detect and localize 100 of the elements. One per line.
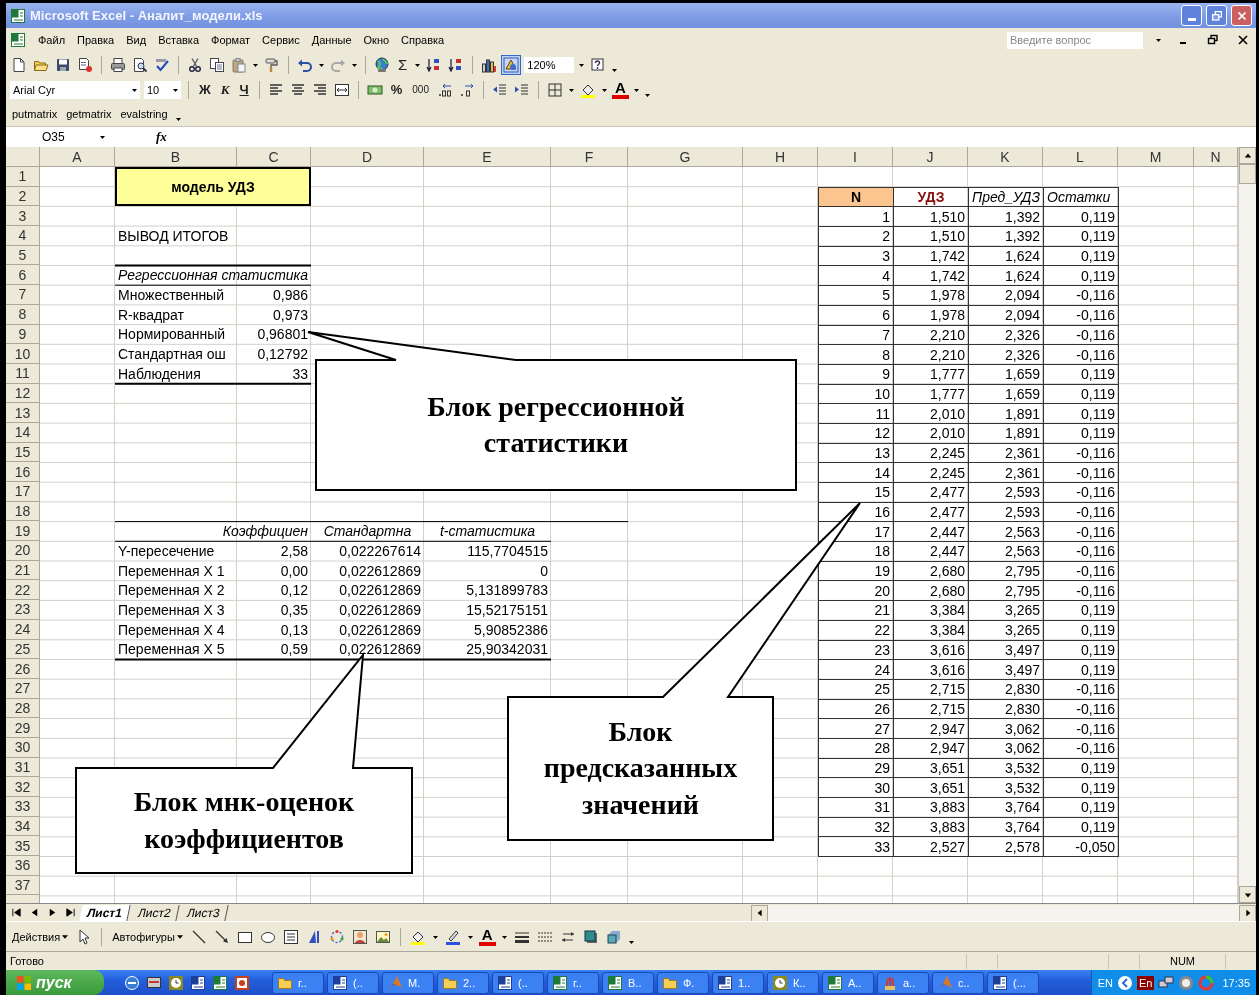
row-header[interactable]: 26 <box>6 659 40 679</box>
minimize-button[interactable] <box>1181 5 1202 26</box>
document-icon[interactable] <box>190 974 206 991</box>
network-icon[interactable] <box>1158 974 1175 991</box>
taskbar-button[interactable]: А.. <box>822 971 874 994</box>
ring-icon[interactable] <box>1198 974 1215 991</box>
row-header[interactable]: 31 <box>6 757 40 778</box>
column-header[interactable]: K <box>968 147 1043 167</box>
globe-icon[interactable] <box>373 55 391 74</box>
autoshapes-menu-button[interactable]: Автофигуры <box>110 930 185 943</box>
italic-button[interactable]: К <box>217 81 233 98</box>
autosum-button[interactable]: Σ <box>395 56 411 73</box>
clip-art-icon[interactable] <box>350 927 369 946</box>
close-button[interactable] <box>1231 5 1252 26</box>
row-header[interactable]: 14 <box>6 422 40 443</box>
row-header[interactable]: 35 <box>6 836 40 857</box>
column-header[interactable]: J <box>893 147 968 167</box>
column-header[interactable]: H <box>743 147 818 167</box>
row-header[interactable]: 13 <box>6 403 40 423</box>
sheet-tab[interactable]: Лист1 <box>79 904 131 921</box>
presentation-icon[interactable] <box>234 974 250 991</box>
menu-item[interactable]: Сервис <box>262 34 300 46</box>
row-header[interactable]: 36 <box>6 856 40 876</box>
taskbar-button[interactable]: (.. <box>327 971 379 994</box>
row-header[interactable]: 15 <box>6 442 40 463</box>
row-header[interactable]: 10 <box>6 344 40 364</box>
menu-item[interactable]: Файл <box>38 34 66 46</box>
scroll-down-button[interactable] <box>1239 886 1256 903</box>
row-header[interactable]: 28 <box>6 698 40 719</box>
text-box-icon[interactable] <box>281 927 300 946</box>
print-icon[interactable] <box>109 55 127 74</box>
name-box[interactable]: O35 <box>6 129 106 145</box>
row-header[interactable]: 6 <box>6 265 40 286</box>
insert-function-button[interactable]: fx <box>156 129 170 145</box>
row-header[interactable]: 29 <box>6 718 40 738</box>
column-header[interactable]: L <box>1043 147 1118 167</box>
document-icon[interactable] <box>76 55 94 74</box>
row-header[interactable]: 8 <box>6 304 40 325</box>
menu-item[interactable]: Вид <box>126 34 147 46</box>
zoom-field[interactable]: 120% <box>524 56 575 73</box>
menu-item[interactable]: Формат <box>211 34 251 46</box>
row-header[interactable]: 12 <box>6 383 40 404</box>
print-preview-icon[interactable] <box>131 55 149 74</box>
menu-item[interactable]: Данные <box>311 34 352 46</box>
actions-menu-button[interactable]: Действия <box>10 930 71 943</box>
clock-icon[interactable] <box>168 974 184 991</box>
menu-item[interactable]: Правка <box>77 34 115 46</box>
row-header[interactable]: 22 <box>6 580 40 601</box>
row-header[interactable]: 30 <box>6 737 40 758</box>
scroll-thumb[interactable] <box>1239 164 1256 184</box>
taskbar-button[interactable]: 1.. <box>712 971 764 994</box>
horizontal-scrollbar[interactable] <box>751 904 1256 921</box>
circle-icon[interactable] <box>1178 974 1195 991</box>
column-header[interactable]: E <box>424 147 551 167</box>
column-header[interactable]: I <box>818 147 893 167</box>
taskbar-button[interactable]: с.. <box>932 971 984 994</box>
taskbar-button[interactable]: Ф. <box>657 971 709 994</box>
menu-item[interactable]: Справка <box>401 34 445 46</box>
row-header[interactable]: 9 <box>6 324 40 345</box>
column-header[interactable]: A <box>40 147 115 167</box>
keyboard-layout-indicator[interactable]: En <box>1137 975 1155 990</box>
first-sheet-icon[interactable] <box>11 907 22 918</box>
toolbar-button[interactable]: evalstring <box>118 108 170 120</box>
row-header[interactable]: 19 <box>6 521 40 542</box>
restore-button[interactable] <box>1206 5 1227 26</box>
format-painter-icon[interactable] <box>263 55 281 74</box>
taskbar-button[interactable]: 2.. <box>437 971 489 994</box>
taskbar-button[interactable]: (... <box>987 971 1039 994</box>
column-header[interactable]: N <box>1194 147 1238 167</box>
spreadsheet-icon[interactable] <box>212 974 228 991</box>
row-header[interactable]: 24 <box>6 619 40 640</box>
drawing-icon[interactable] <box>502 55 521 74</box>
row-header[interactable]: 32 <box>6 777 40 797</box>
last-sheet-icon[interactable] <box>65 907 76 918</box>
previous-sheet-icon[interactable] <box>29 907 40 918</box>
row-header[interactable]: 37 <box>6 875 40 896</box>
row-header[interactable]: 3 <box>6 206 40 227</box>
column-header[interactable]: B <box>115 147 237 167</box>
language-indicator[interactable]: EN <box>1097 976 1113 989</box>
row-header[interactable]: 21 <box>6 560 40 581</box>
borders-icon[interactable] <box>545 80 564 99</box>
taskbar-button[interactable]: В.. <box>602 971 654 994</box>
taskbar-button[interactable]: M. <box>382 971 434 994</box>
row-header[interactable]: 7 <box>6 285 40 305</box>
next-sheet-icon[interactable] <box>47 907 58 918</box>
menu-item[interactable]: Окно <box>363 34 390 46</box>
row-header[interactable]: 20 <box>6 541 40 561</box>
row-header[interactable]: 4 <box>6 226 40 246</box>
taskbar-button[interactable]: а.. <box>877 971 929 994</box>
column-header[interactable]: G <box>628 147 743 167</box>
column-header[interactable]: C <box>237 147 311 167</box>
row-header[interactable]: 23 <box>6 600 40 620</box>
font-name-field[interactable]: Arial Cyr <box>10 80 140 99</box>
close-icon[interactable] <box>1237 34 1249 46</box>
font-color-button[interactable]: A <box>611 80 629 99</box>
row-header[interactable]: 16 <box>6 462 40 482</box>
toolbar-button[interactable]: putmatrix <box>10 108 60 120</box>
thousands-button[interactable]: 000 <box>409 84 432 95</box>
column-header[interactable]: M <box>1118 147 1194 167</box>
chevron-icon[interactable] <box>1117 974 1133 991</box>
